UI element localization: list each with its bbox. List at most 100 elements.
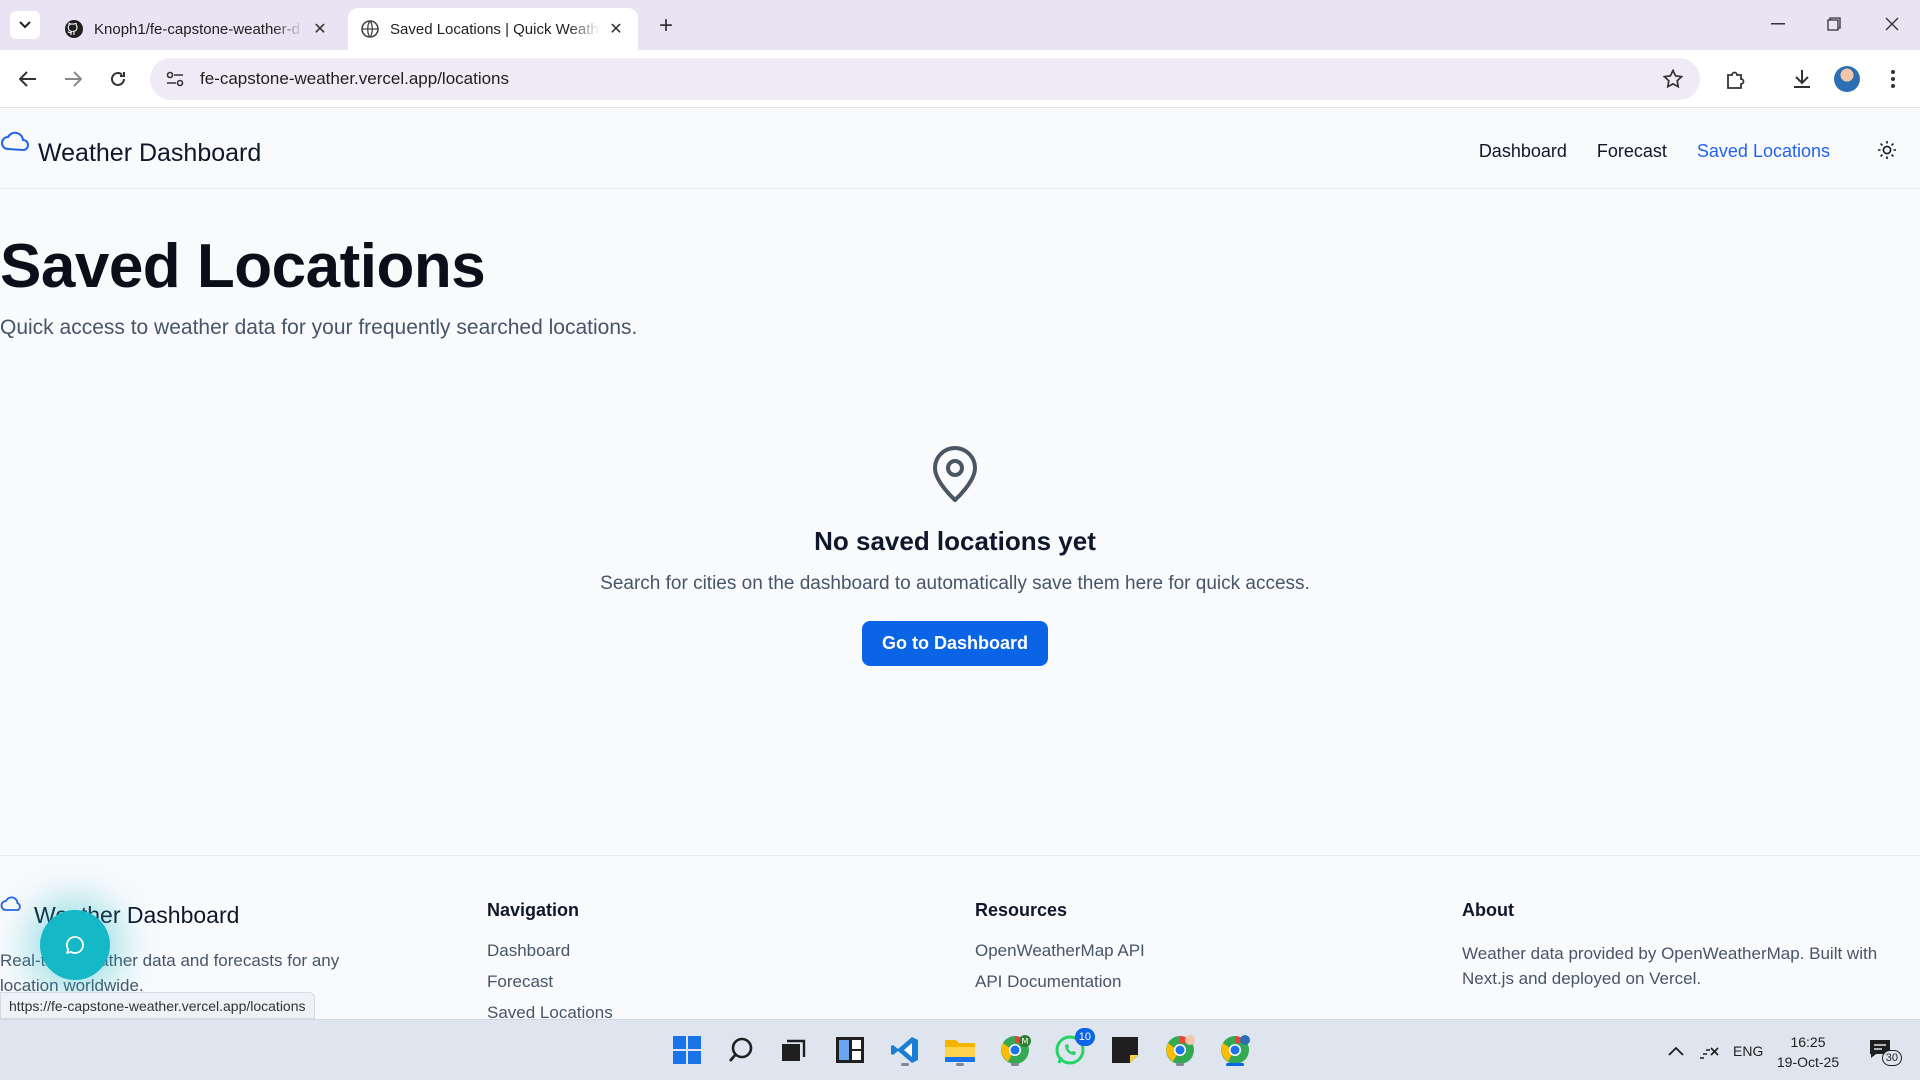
- sticky-notes-icon: [1112, 1037, 1138, 1063]
- reload-button[interactable]: [103, 64, 133, 94]
- footer-link-saved-locations[interactable]: Saved Locations: [487, 1003, 613, 1019]
- footer-resources: Resources OpenWeatherMap API API Documen…: [975, 900, 1145, 1003]
- network-status[interactable]: [1698, 1020, 1720, 1080]
- empty-state: No saved locations yet Search for cities…: [0, 444, 1910, 666]
- running-indicator: [956, 1063, 964, 1066]
- tab-github[interactable]: Knoph1/fe-capstone-weather-d ✕: [52, 8, 342, 50]
- whatsapp-unread-badge: 10: [1074, 1028, 1095, 1046]
- link-status-url: https://fe-capstone-weather.vercel.app/l…: [0, 992, 315, 1019]
- input-language[interactable]: ENG: [1733, 1020, 1763, 1080]
- windows-logo-icon: [673, 1036, 701, 1064]
- running-indicator: [1176, 1063, 1184, 1066]
- show-hidden-icons-button[interactable]: [1668, 1020, 1684, 1080]
- page-title: Saved Locations: [0, 232, 486, 301]
- taskbar-vscode[interactable]: [886, 1031, 924, 1069]
- taskbar-clock[interactable]: 16:25 19-Oct-25: [1772, 1032, 1844, 1072]
- theme-toggle-button[interactable]: [1874, 137, 1900, 163]
- footer-resources-heading: Resources: [975, 900, 1068, 920]
- footer-about-text: Weather data provided by OpenWeatherMap.…: [1462, 944, 1878, 988]
- taskbar-chrome-profile-m[interactable]: M: [996, 1031, 1034, 1069]
- running-indicator: [1011, 1063, 1019, 1066]
- chevron-down-icon: [19, 21, 31, 29]
- download-icon: [1794, 70, 1810, 88]
- footer-link-forecast[interactable]: Forecast: [487, 972, 613, 992]
- tab-saved-locations[interactable]: Saved Locations | Quick Weather ✕: [348, 8, 638, 50]
- chrome-icon: M: [1001, 1035, 1031, 1064]
- footer-link-openweathermap-api[interactable]: OpenWeatherMap API: [975, 941, 1145, 961]
- map-pin-icon: [933, 446, 977, 502]
- arrow-left-icon: [19, 71, 36, 87]
- taskbar-search-button[interactable]: [722, 1031, 760, 1069]
- taskbar-sticky-notes[interactable]: [1106, 1031, 1144, 1069]
- main-nav: Dashboard Forecast Saved Locations: [1479, 141, 1830, 162]
- bookmark-star-icon[interactable]: [1662, 68, 1684, 90]
- globe-icon: [360, 19, 380, 39]
- address-bar[interactable]: fe-capstone-weather.vercel.app/locations: [150, 58, 1700, 100]
- footer-about: About Weather data provided by OpenWeath…: [1462, 900, 1902, 991]
- reload-icon: [111, 71, 125, 86]
- taskbar-whatsapp[interactable]: 10: [1051, 1028, 1095, 1069]
- sun-icon: [1878, 141, 1896, 159]
- cloud-icon: [1, 131, 29, 152]
- close-icon: [1885, 17, 1899, 31]
- url-text: fe-capstone-weather.vercel.app/locations: [200, 69, 510, 88]
- browser-tab-bar: Knoph1/fe-capstone-weather-d ✕ Saved Loc…: [0, 0, 1920, 50]
- new-tab-button[interactable]: +: [652, 12, 680, 40]
- folder-icon: [945, 1040, 975, 1062]
- minimize-icon: [1771, 23, 1785, 25]
- go-to-dashboard-button[interactable]: Go to Dashboard: [861, 621, 1048, 666]
- downloads-button[interactable]: [1787, 64, 1817, 94]
- taskbar-chrome-profile-2[interactable]: [1161, 1031, 1199, 1069]
- footer-link-api-documentation[interactable]: API Documentation: [975, 972, 1145, 992]
- notification-center-button[interactable]: 30: [1868, 1020, 1902, 1080]
- running-indicator: [901, 1063, 909, 1066]
- nav-dashboard[interactable]: Dashboard: [1479, 141, 1567, 162]
- web-page: Weather Dashboard Dashboard Forecast Sav…: [0, 109, 1920, 1019]
- profile-avatar[interactable]: [1834, 66, 1860, 92]
- taskbar-file-explorer[interactable]: [941, 1031, 979, 1069]
- chevron-up-icon: [1668, 1046, 1684, 1056]
- start-button[interactable]: [668, 1031, 706, 1069]
- nav-forecast[interactable]: Forecast: [1597, 141, 1667, 162]
- close-tab-icon[interactable]: ✕: [310, 19, 330, 39]
- task-view-icon: [782, 1039, 806, 1061]
- close-window-button[interactable]: [1874, 8, 1910, 40]
- taskbar-chrome-active[interactable]: [1216, 1031, 1254, 1069]
- nav-saved-locations[interactable]: Saved Locations: [1697, 141, 1830, 162]
- notification-count-badge: 30: [1881, 1049, 1902, 1066]
- chrome-icon: [1221, 1035, 1250, 1064]
- brand-name: Weather Dashboard: [38, 139, 262, 167]
- back-button[interactable]: [13, 64, 43, 94]
- svg-text:M: M: [1022, 1037, 1029, 1046]
- widgets-icon: [836, 1037, 864, 1063]
- restore-button[interactable]: [1816, 8, 1852, 40]
- minimize-button[interactable]: [1760, 8, 1796, 40]
- browser-toolbar: fe-capstone-weather.vercel.app/locations: [0, 50, 1920, 108]
- footer-link-dashboard[interactable]: Dashboard: [487, 941, 613, 961]
- windows-taskbar: M 10 ENG 16:25 19-Oct-25 30: [0, 1019, 1920, 1080]
- empty-state-title: No saved locations yet: [814, 526, 1096, 556]
- chrome-icon: [1166, 1035, 1195, 1064]
- vscode-icon: [891, 1037, 918, 1063]
- tab-search-button[interactable]: [10, 11, 40, 39]
- restore-icon: [1827, 17, 1841, 31]
- page-subtitle: Quick access to weather data for your fr…: [0, 316, 638, 339]
- close-tab-icon[interactable]: ✕: [606, 19, 626, 39]
- footer-brand: Weather Dashboard: [0, 896, 239, 929]
- browser-menu-button[interactable]: [1878, 64, 1908, 94]
- tab-title: Saved Locations | Quick Weather: [390, 20, 600, 38]
- more-vertical-icon: [1891, 70, 1895, 88]
- task-view-button[interactable]: [776, 1031, 814, 1069]
- forward-button[interactable]: [58, 64, 88, 94]
- clock-date: 19-Oct-25: [1776, 1054, 1840, 1070]
- extensions-button[interactable]: [1721, 64, 1751, 94]
- active-app-indicator: [1226, 1063, 1244, 1066]
- cloud-icon: [0, 896, 21, 911]
- chat-button[interactable]: [40, 910, 110, 980]
- chat-bubble-icon: [65, 936, 84, 954]
- network-offline-icon: [1700, 1046, 1719, 1059]
- widgets-button[interactable]: [831, 1031, 869, 1069]
- site-brand[interactable]: Weather Dashboard: [0, 131, 261, 168]
- tab-title: Knoph1/fe-capstone-weather-d: [94, 20, 300, 38]
- site-settings-icon[interactable]: [164, 68, 186, 90]
